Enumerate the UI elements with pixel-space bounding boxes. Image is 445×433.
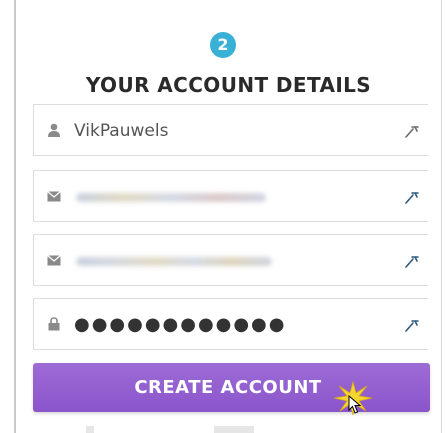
cropped-content: [214, 426, 254, 433]
envelope-icon: [46, 188, 62, 204]
password-field[interactable]: ●●●●●●●●●●●●: [33, 298, 428, 350]
username-value: VikPauwels: [74, 121, 169, 141]
wrench-icon[interactable]: [404, 253, 420, 269]
step-number-badge: 2: [210, 32, 236, 58]
email-confirm-value-obscured: [76, 257, 272, 266]
email-field[interactable]: [33, 170, 428, 222]
password-value: ●●●●●●●●●●●●: [74, 314, 287, 335]
wrench-icon[interactable]: [404, 317, 420, 333]
email-value-obscured: [76, 193, 266, 202]
wrench-icon[interactable]: [404, 189, 420, 205]
mouse-cursor-icon: [348, 395, 362, 414]
user-icon: [46, 122, 62, 138]
envelope-icon: [46, 252, 62, 268]
signup-panel: 2 YOUR ACCOUNT DETAILS VikPauwels ●●●●●●…: [0, 0, 445, 433]
lock-icon: [46, 316, 62, 332]
wrench-icon[interactable]: [404, 123, 420, 139]
cropped-content: [86, 426, 94, 433]
panel-left-border: [14, 0, 16, 433]
username-field[interactable]: VikPauwels: [33, 104, 428, 156]
panel-right-border: [441, 0, 442, 433]
section-title: YOUR ACCOUNT DETAILS: [85, 73, 372, 97]
email-confirm-field[interactable]: [33, 234, 428, 286]
